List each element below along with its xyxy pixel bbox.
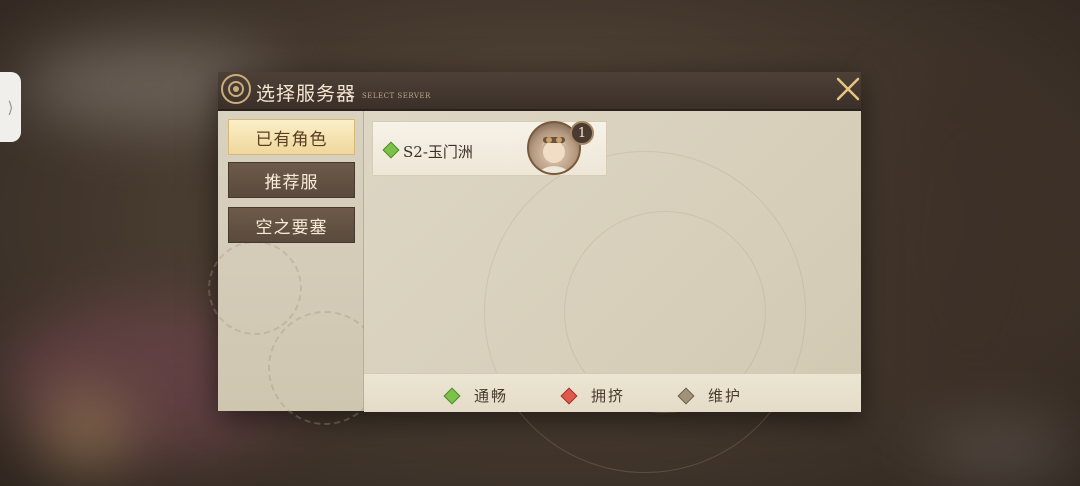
chevron-right-icon: ⟩ bbox=[7, 97, 14, 117]
status-smooth-icon bbox=[382, 141, 400, 159]
server-select-dialog: 选择服务器 SELECT SERVER 已有角色 推荐服 空之要塞 S2-玉门洲 bbox=[208, 72, 861, 473]
tab-existing-characters[interactable]: 已有角色 bbox=[228, 119, 355, 155]
character-count-badge: 1 bbox=[570, 121, 594, 145]
background-blur bbox=[920, 420, 1080, 480]
status-legend: 通畅 拥挤 维护 bbox=[364, 373, 861, 412]
legend-item-crowded: 拥挤 bbox=[560, 385, 625, 406]
status-maintenance-icon bbox=[677, 387, 695, 404]
dialog-title: 选择服务器 bbox=[256, 83, 357, 105]
side-expand-tab[interactable]: ⟩ bbox=[0, 72, 21, 142]
background-blur bbox=[40, 390, 130, 470]
tab-recommended[interactable]: 推荐服 bbox=[228, 162, 355, 198]
close-button[interactable] bbox=[831, 72, 865, 106]
status-smooth-icon bbox=[443, 387, 461, 404]
gear-decoration bbox=[208, 241, 302, 335]
server-card[interactable]: S2-玉门洲 1 bbox=[372, 121, 607, 176]
legend-item-smooth: 通畅 bbox=[443, 385, 508, 406]
server-category-panel: 已有角色 推荐服 空之要塞 bbox=[208, 111, 382, 425]
dialog-header: 选择服务器 SELECT SERVER bbox=[218, 72, 861, 111]
background-blur bbox=[860, 60, 1080, 420]
server-list-area: S2-玉门洲 1 通畅 拥挤 维护 bbox=[364, 111, 861, 473]
close-icon bbox=[836, 77, 860, 101]
gear-emblem-icon bbox=[221, 74, 251, 104]
server-name: S2-玉门洲 bbox=[403, 143, 473, 161]
dialog-subtitle: SELECT SERVER bbox=[362, 92, 431, 100]
legend-item-maintenance: 维护 bbox=[677, 385, 742, 406]
tab-sky-fortress[interactable]: 空之要塞 bbox=[228, 207, 355, 243]
status-crowded-icon bbox=[560, 387, 578, 404]
